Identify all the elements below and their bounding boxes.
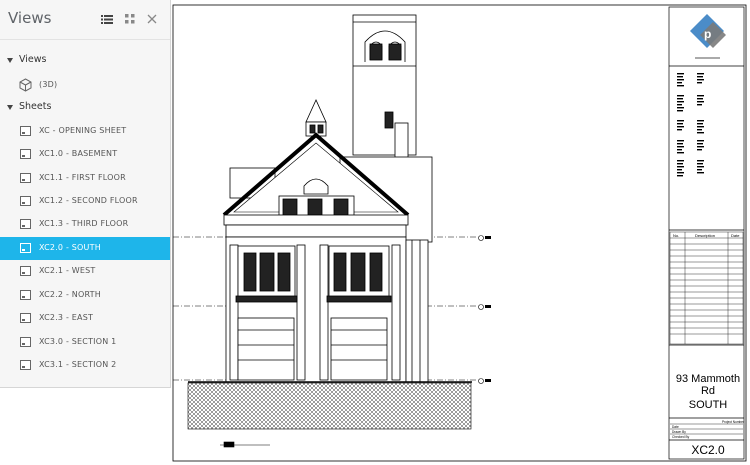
project-name: 93 Mammoth Rd: [675, 373, 741, 397]
view-item-3d[interactable]: (3D): [0, 74, 170, 97]
sheet-icon: [20, 313, 31, 323]
group-views[interactable]: Views: [0, 51, 170, 71]
sheet-item[interactable]: XC3.0 - SECTION 1: [0, 331, 170, 354]
views-panel: Views Views (3D) Sheets XC - OPENING SHE…: [0, 0, 171, 388]
sheet-item[interactable]: XC1.1 - FIRST FLOOR: [0, 167, 170, 190]
revision-header-date: Date: [731, 233, 740, 238]
field-checked-by: Checked By: [672, 435, 690, 439]
sheet-item-label: XC2.2 - NORTH: [39, 290, 101, 299]
sheet-icon: [20, 196, 31, 206]
sheet-item-label: XC2.1 - WEST: [39, 266, 96, 275]
sheet-item-label: XC2.3 - EAST: [39, 313, 94, 322]
list-view-icon[interactable]: [100, 12, 114, 26]
sheet-item-selected[interactable]: XC2.0 - SOUTH: [0, 237, 170, 260]
chevron-down-icon: [7, 105, 13, 110]
sheet-icon: [20, 126, 31, 136]
sheet-icon: [20, 149, 31, 159]
cube-icon: [19, 78, 32, 92]
sheet-item-label: XC1.1 - FIRST FLOOR: [39, 173, 126, 182]
sheet-item[interactable]: XC1.3 - THIRD FLOOR: [0, 213, 170, 236]
field-project-number: Project Number: [722, 420, 745, 424]
sheet-icon: [20, 266, 31, 276]
sheet-number: XC2.0: [691, 443, 725, 457]
sheet-item[interactable]: XC2.3 - EAST: [0, 307, 170, 330]
sheet-item[interactable]: XC3.1 - SECTION 2: [0, 354, 170, 377]
panel-header: Views: [0, 0, 170, 40]
sheet-icon: [20, 337, 31, 347]
grid-view-icon[interactable]: [123, 12, 137, 26]
sheet-icon: [20, 173, 31, 183]
chevron-down-icon: [7, 58, 13, 63]
drawing-sheet-viewport[interactable]: p No. Description Date Project Number Da…: [171, 0, 750, 465]
svg-text:p: p: [704, 27, 711, 41]
revision-header-no: No.: [673, 233, 679, 238]
field-date: Date: [672, 425, 679, 429]
sheet-item[interactable]: XC - OPENING SHEET: [0, 120, 170, 143]
sheet-icon: [20, 219, 31, 229]
sheet-item-label: XC1.2 - SECOND FLOOR: [39, 196, 138, 205]
foundation-hatch: [187, 382, 472, 430]
sheet-icon: [20, 360, 31, 370]
revision-header-description: Description: [695, 233, 715, 238]
sheet-item[interactable]: XC1.0 - BASEMENT: [0, 143, 170, 166]
sheet-item-label: XC1.0 - BASEMENT: [39, 149, 118, 158]
sheet-item-label: XC - OPENING SHEET: [39, 126, 127, 135]
sheet-item-label: XC3.1 - SECTION 2: [39, 360, 117, 369]
field-drawn-by: Drawn By: [672, 430, 686, 434]
view-item-label: (3D): [39, 80, 58, 89]
group-label: Sheets: [19, 101, 52, 112]
close-icon[interactable]: [145, 12, 159, 26]
sheet-item[interactable]: XC1.2 - SECOND FLOOR: [0, 190, 170, 213]
sheet-icon: [20, 243, 31, 253]
sheet-item[interactable]: XC2.2 - NORTH: [0, 284, 170, 307]
viewer-app: p No. Description Date Project Number Da…: [0, 0, 750, 465]
sheet-item-label: XC2.0 - SOUTH: [39, 243, 101, 252]
sheet-item-label: XC1.3 - THIRD FLOOR: [39, 219, 129, 228]
panel-title: Views: [8, 9, 52, 27]
sheet-name: SOUTH: [688, 399, 728, 411]
sheet-icon: [20, 290, 31, 300]
group-label: Views: [19, 54, 47, 65]
sheet-item[interactable]: XC2.1 - WEST: [0, 260, 170, 283]
sheet-item-label: XC3.0 - SECTION 1: [39, 337, 117, 346]
group-sheets[interactable]: Sheets: [0, 98, 170, 118]
